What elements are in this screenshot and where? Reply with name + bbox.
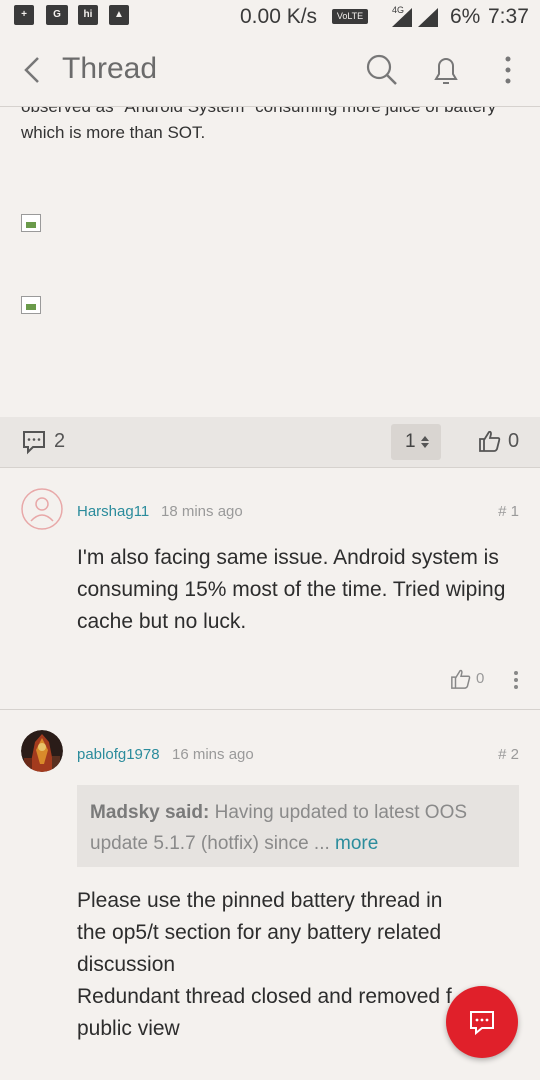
reply-text-line: discussion bbox=[77, 953, 176, 976]
post-time: 16 mins ago bbox=[172, 746, 254, 763]
battery-saver-icon: + bbox=[14, 5, 34, 25]
comment-count: 2 bbox=[54, 430, 66, 452]
quote-author: Madsky said: bbox=[90, 802, 210, 823]
more-vertical-icon[interactable] bbox=[490, 52, 526, 88]
author-name[interactable]: Harshag11 bbox=[77, 503, 149, 520]
post-image-1[interactable] bbox=[21, 214, 41, 232]
battery-level: 6% bbox=[450, 5, 481, 28]
page-selector[interactable]: 1 bbox=[391, 424, 441, 460]
volte-badge: VoLTE bbox=[332, 9, 368, 24]
chat-icon bbox=[470, 1011, 494, 1036]
signal-icon bbox=[392, 8, 438, 27]
default-avatar-icon[interactable] bbox=[21, 488, 63, 530]
reply-fab-button[interactable] bbox=[446, 986, 518, 1058]
status-bar: + G hi ▲ 0.00 K/s VoLTE 4G 6% 7:37 bbox=[0, 0, 540, 32]
quote-block[interactable]: Madsky said: Having updated to latest OO… bbox=[77, 785, 519, 867]
page-title: Thread bbox=[62, 52, 158, 85]
sort-arrows-icon bbox=[421, 436, 429, 448]
app-bar: Thread bbox=[0, 32, 540, 107]
hike-icon: hi bbox=[78, 5, 98, 25]
quote-more-link[interactable]: more bbox=[335, 833, 378, 854]
post-text-cut: observed as "Android System" consuming m… bbox=[21, 107, 496, 117]
reply-text-line: Please use the pinned battery thread in bbox=[77, 889, 443, 912]
page-number: 1 bbox=[405, 431, 416, 452]
thumbs-up-icon[interactable] bbox=[478, 429, 502, 453]
like-count: 0 bbox=[508, 430, 520, 452]
thumbs-up-icon[interactable] bbox=[450, 668, 472, 690]
floor-number: # 2 bbox=[498, 746, 519, 763]
post-text-last: which is more than SOT. bbox=[21, 123, 206, 142]
reply-1: Harshag11 18 mins ago # 1 I'm also facin… bbox=[0, 468, 540, 709]
user-avatar[interactable] bbox=[21, 730, 63, 772]
author-name[interactable]: pablofg1978 bbox=[77, 746, 160, 763]
reply-like-count: 0 bbox=[476, 670, 485, 687]
clock: 7:37 bbox=[488, 5, 529, 28]
post-image-2[interactable] bbox=[21, 296, 41, 314]
reply-text: I'm also facing same issue. Android syst… bbox=[77, 546, 506, 633]
back-arrow-icon[interactable] bbox=[16, 52, 52, 88]
reply-text-line: the op5/t section for any battery relate… bbox=[77, 921, 442, 944]
bell-icon[interactable] bbox=[428, 52, 464, 88]
comment-icon[interactable] bbox=[21, 429, 47, 455]
post-time: 18 mins ago bbox=[161, 503, 243, 520]
post-action-bar: 2 1 0 bbox=[0, 417, 540, 468]
floor-number: # 1 bbox=[498, 503, 519, 520]
gs-app-icon: G bbox=[46, 5, 68, 25]
thread-content: observed as "Android System" consuming m… bbox=[0, 107, 540, 1080]
gallery-icon: ▲ bbox=[109, 5, 129, 25]
more-vertical-icon[interactable] bbox=[508, 669, 524, 691]
network-speed: 0.00 K/s bbox=[240, 5, 318, 28]
search-icon[interactable] bbox=[364, 52, 400, 88]
